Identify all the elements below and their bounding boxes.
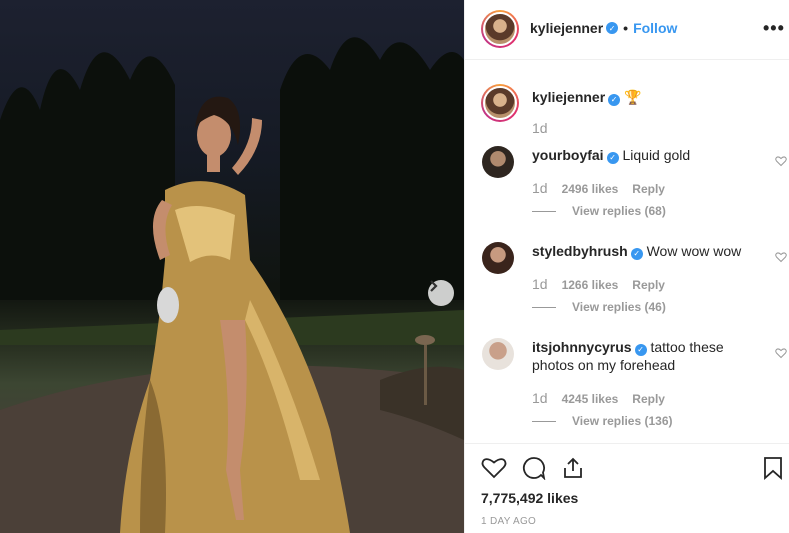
post-photo[interactable] xyxy=(0,0,464,533)
post-header: kyliejenner ✓ • Follow ••• xyxy=(465,0,789,60)
comment-text: Liquid gold xyxy=(622,147,691,163)
replies-divider xyxy=(532,306,556,308)
caption-avatar[interactable] xyxy=(481,84,519,122)
header-user-line: kyliejenner ✓ • Follow xyxy=(530,20,677,36)
comment-meta: 1d 1266 likes Reply xyxy=(532,276,665,292)
comment: yourboyfai ✓ Liquid gold xyxy=(532,146,752,164)
heart-icon[interactable] xyxy=(481,456,507,480)
share-icon[interactable] xyxy=(561,456,585,480)
commenter-avatar[interactable] xyxy=(482,146,514,178)
next-photo-button[interactable] xyxy=(428,280,454,306)
comment-likes[interactable]: 1266 likes xyxy=(562,278,619,292)
caption: kyliejenner ✓ 🏆 xyxy=(532,88,752,106)
view-replies[interactable]: View replies (136) xyxy=(532,414,673,428)
comment-likes[interactable]: 4245 likes xyxy=(562,392,619,406)
heart-icon[interactable] xyxy=(775,155,787,167)
comment-likes[interactable]: 2496 likes xyxy=(562,182,619,196)
header-username[interactable]: kyliejenner xyxy=(530,20,603,36)
comment-meta: 1d 2496 likes Reply xyxy=(532,180,665,196)
view-replies-label[interactable]: View replies (68) xyxy=(572,204,666,218)
comment-username[interactable]: yourboyfai xyxy=(532,147,604,163)
caption-text: 🏆 xyxy=(624,89,642,105)
like-count[interactable]: 7,775,492 likes xyxy=(481,490,578,506)
separator-dot: • xyxy=(623,20,629,36)
verified-badge-icon: ✓ xyxy=(606,22,619,34)
view-replies-label[interactable]: View replies (136) xyxy=(572,414,673,428)
reply-button[interactable]: Reply xyxy=(632,182,665,196)
avatar[interactable] xyxy=(481,10,519,48)
replies-divider xyxy=(532,210,556,212)
comment-time[interactable]: 1d xyxy=(532,390,548,406)
more-options-icon[interactable]: ••• xyxy=(763,18,785,39)
chevron-right-icon xyxy=(430,280,438,292)
view-replies[interactable]: View replies (46) xyxy=(532,300,666,314)
heart-icon[interactable] xyxy=(775,347,787,359)
verified-badge-icon: ✓ xyxy=(634,344,647,356)
comment-text: Wow wow wow xyxy=(646,243,742,259)
follow-button[interactable]: Follow xyxy=(633,20,677,36)
reply-button[interactable]: Reply xyxy=(632,392,665,406)
comment-username[interactable]: styledbyhrush xyxy=(532,243,628,259)
heart-icon[interactable] xyxy=(775,251,787,263)
comment-time[interactable]: 1d xyxy=(532,276,548,292)
comment-meta: 1d 4245 likes Reply xyxy=(532,390,665,406)
verified-badge-icon: ✓ xyxy=(630,248,643,260)
post-side-panel: kyliejenner ✓ • Follow ••• kyliejenner ✓ … xyxy=(464,0,789,533)
comment-username[interactable]: itsjohnnycyrus xyxy=(532,339,632,355)
comment-time[interactable]: 1d xyxy=(532,180,548,196)
comment: itsjohnnycyrus ✓ tattoo these photos on m… xyxy=(532,338,752,374)
reply-button[interactable]: Reply xyxy=(632,278,665,292)
caption-username[interactable]: kyliejenner xyxy=(532,89,605,105)
commenter-avatar[interactable] xyxy=(482,338,514,370)
comment: styledbyhrush ✓ Wow wow wow xyxy=(532,242,752,260)
commenter-avatar[interactable] xyxy=(482,242,514,274)
photo-illustration xyxy=(0,37,464,533)
caption-meta: 1d xyxy=(532,120,548,136)
caption-time[interactable]: 1d xyxy=(532,120,548,136)
post-actions: 7,775,492 likes 1 DAY AGO xyxy=(465,443,789,533)
comment-icon[interactable] xyxy=(521,456,547,480)
replies-divider xyxy=(532,420,556,422)
view-replies-label[interactable]: View replies (46) xyxy=(572,300,666,314)
verified-badge-icon: ✓ xyxy=(608,94,621,106)
post-timestamp[interactable]: 1 DAY AGO xyxy=(481,516,536,527)
verified-badge-icon: ✓ xyxy=(606,152,619,164)
bookmark-icon[interactable] xyxy=(763,456,783,480)
view-replies[interactable]: View replies (68) xyxy=(532,204,666,218)
